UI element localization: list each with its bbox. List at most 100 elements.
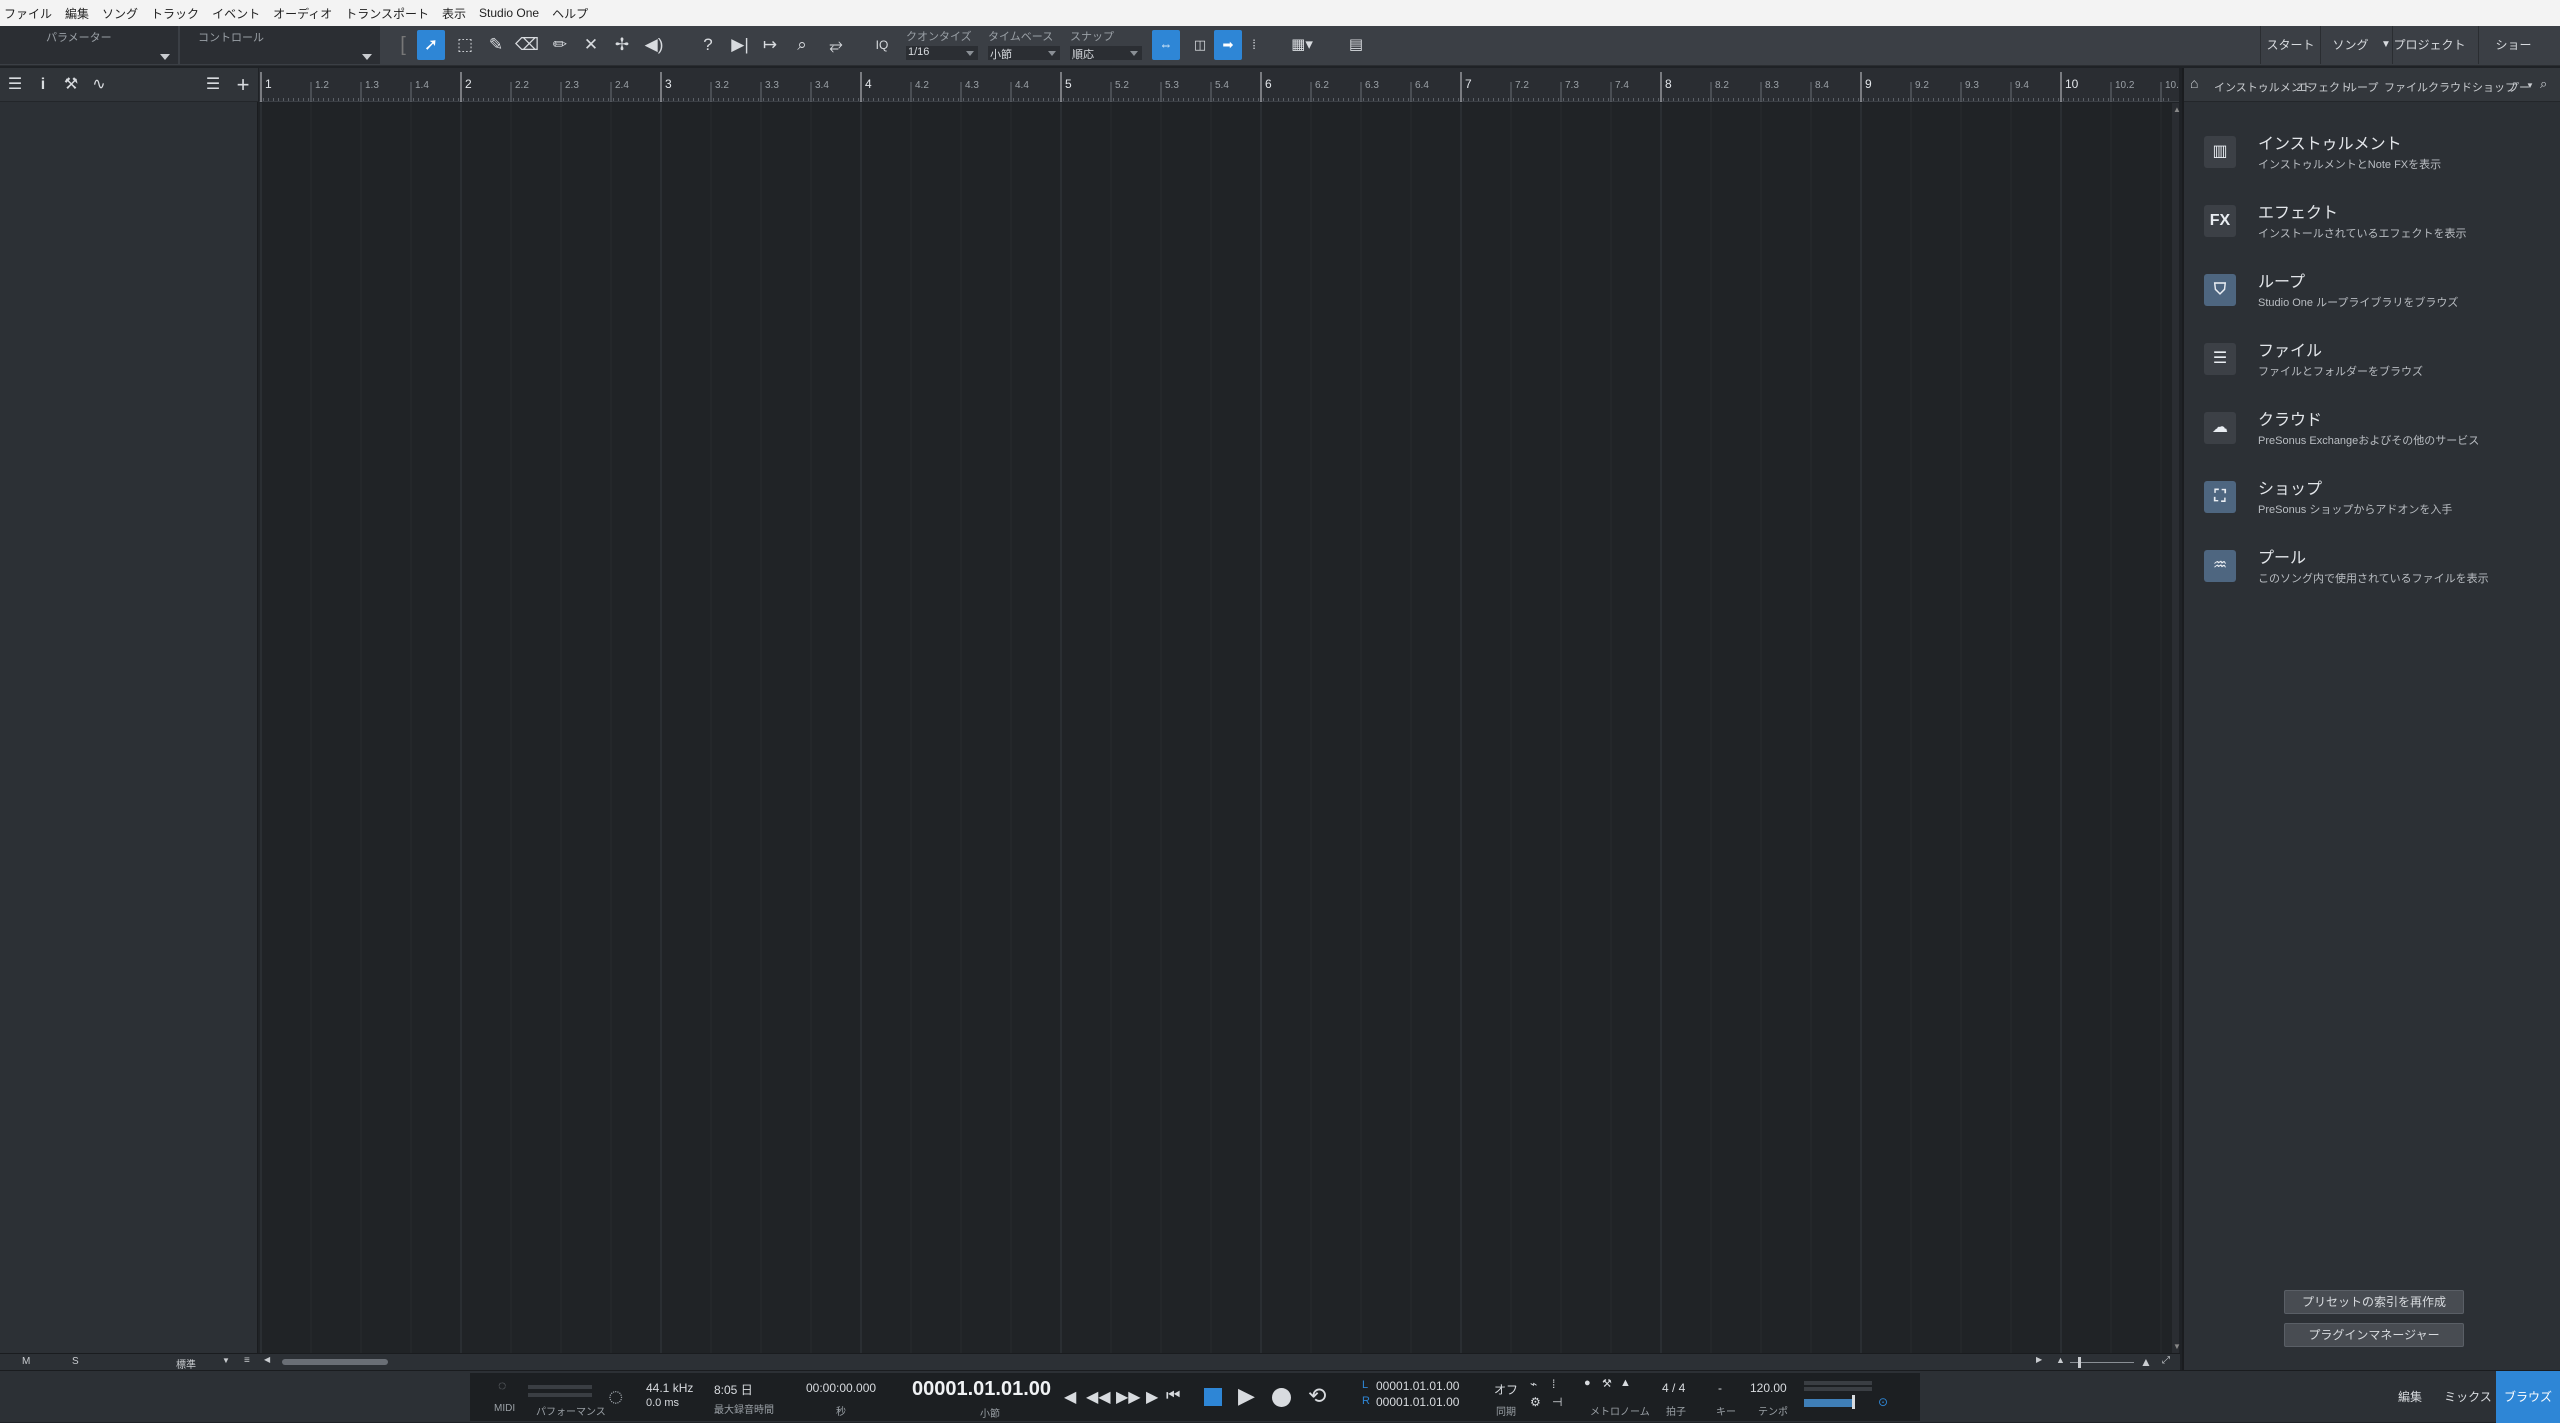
record-button-icon[interactable] — [1272, 1388, 1291, 1407]
metronome-icon[interactable]: ▲ — [1620, 1377, 1631, 1389]
browser-item-shop[interactable]: ⛶ ショップ PreSonus ショップからアドオンを入手 — [2204, 475, 2544, 529]
browser-item-pool[interactable]: ♒ プール このソング内で使用されているファイルを表示 — [2204, 544, 2544, 598]
inspector-icon[interactable]: i — [32, 74, 54, 96]
fast-forward-icon[interactable]: ▶▶ — [1116, 1387, 1141, 1407]
zoom-slider-handle[interactable] — [2078, 1357, 2081, 1368]
bend-tool-icon[interactable]: ✢ — [608, 30, 636, 60]
zoom-fit-icon[interactable]: ⤢ — [2162, 1355, 2170, 1366]
quantize-select[interactable]: クオンタイズ 1/16 — [898, 26, 982, 64]
layout-grid-icon[interactable]: ▦▾ — [1282, 30, 1322, 60]
nav-start-button[interactable]: スタート — [2260, 26, 2320, 64]
menu-event[interactable]: イベント — [212, 5, 260, 22]
snap-events-icon[interactable]: ◫ — [1186, 30, 1214, 60]
record-panel-icon[interactable]: ◌ — [608, 1381, 623, 1412]
autoscroll-icon[interactable]: ▶| — [726, 30, 754, 60]
snap-select[interactable]: スナップ 順応 — [1062, 26, 1146, 64]
browser-item-instruments[interactable]: ▥ インストゥルメント インストゥルメントとNote FXを表示 — [2204, 130, 2544, 184]
snap-grid-icon[interactable]: ⇔ — [1152, 30, 1180, 60]
menu-view[interactable]: 表示 — [442, 5, 466, 22]
zoom-icon[interactable]: ⌕ — [788, 30, 816, 60]
plugin-manager-button[interactable]: プラグインマネージャー — [2284, 1323, 2464, 1347]
page-tab-browse[interactable]: ブラウズ — [2496, 1371, 2560, 1423]
browser-item-loops[interactable]: ⛉ ループ Studio One ループライブラリをブラウズ — [2204, 268, 2544, 322]
menu-audio[interactable]: オーディオ — [273, 5, 332, 22]
eraser-tool-icon[interactable]: ⌫ — [513, 30, 541, 60]
listen-tool-icon[interactable]: ◀) — [640, 30, 668, 60]
sync-value[interactable]: オフ — [1494, 1381, 1518, 1398]
mute-all-button[interactable]: M — [22, 1356, 30, 1367]
performance-meter[interactable] — [528, 1385, 592, 1389]
nav-show-button[interactable]: ショー — [2478, 26, 2548, 64]
precount-icon[interactable]: ⌁ — [1530, 1377, 1537, 1391]
loop-button-icon[interactable]: ⟲ — [1308, 1383, 1326, 1409]
browser-item-effects[interactable]: FX エフェクト インストールされているエフェクトを表示 — [2204, 199, 2544, 253]
hscroll-left-icon[interactable]: ◀ — [264, 1355, 270, 1364]
menu-help[interactable]: ヘルプ — [552, 5, 588, 22]
timeline-ruler[interactable]: 1 1.2 1.3 1.4 2 2.2 2.3 2.4 3 3.2 3.3 3.4 4 4.2 4.3 4.4… — [259, 68, 2185, 102]
metronome-settings-icon[interactable]: ⚙ — [1530, 1395, 1541, 1409]
help-icon[interactable]: ? — [694, 30, 722, 60]
key-value[interactable]: - — [1718, 1381, 1722, 1395]
tab-effects[interactable]: エフェクト — [2296, 79, 2351, 95]
zoom-out-icon[interactable]: ▲ — [2056, 1355, 2065, 1365]
video-icon[interactable]: ▤ — [1342, 30, 1370, 60]
nav-song-button[interactable]: ソング — [2320, 26, 2380, 64]
timebase-select[interactable]: タイムベース 小節 — [980, 26, 1064, 64]
arrange-area[interactable] — [259, 103, 2172, 1353]
automation-icon[interactable]: ∿ — [88, 74, 110, 96]
next-marker-icon[interactable]: ▶ — [1146, 1387, 1158, 1407]
hscroll-right-icon[interactable]: ▶ — [2036, 1355, 2042, 1364]
loop-right-value[interactable]: 00001.01.01.00 — [1376, 1395, 1459, 1409]
prev-marker-icon[interactable]: ◀ — [1064, 1387, 1076, 1407]
arrow-tool-icon[interactable]: ➚ — [417, 30, 445, 60]
rebuild-preset-index-button[interactable]: プリセットの索引を再作成 — [2284, 1290, 2464, 1314]
menu-transport[interactable]: トランスポート — [345, 5, 429, 22]
snap-cursor-icon[interactable]: ➡ — [1214, 30, 1242, 60]
preroll-icon[interactable]: ⁞ — [1552, 1377, 1555, 1391]
control-field[interactable]: コントロール — [180, 26, 380, 64]
tap-icon[interactable]: ⚒ — [1602, 1377, 1612, 1390]
mute-tool-icon[interactable]: ✕ — [577, 30, 605, 60]
track-height-dropdown-icon[interactable]: ▼ — [222, 1356, 230, 1365]
return-to-zero-icon[interactable]: ⏮ — [1166, 1387, 1180, 1405]
home-icon[interactable]: ⌂ — [2190, 75, 2208, 93]
page-tab-edit[interactable]: 編集 — [2380, 1371, 2440, 1423]
wrench-icon[interactable]: ⚒ — [60, 74, 82, 96]
time-bars[interactable]: 00001.01.01.00 — [912, 1378, 1051, 1401]
zoom-in-icon[interactable]: ▲ — [2140, 1355, 2152, 1369]
scroll-up-icon[interactable]: ▲ — [2173, 105, 2181, 114]
browser-item-files[interactable]: ☰ ファイル ファイルとフォルダーをブラウズ — [2204, 337, 2544, 391]
iq-quantize-button[interactable]: IQ — [868, 30, 896, 60]
quantize-value[interactable]: 1/16 — [906, 46, 978, 60]
rewind-icon[interactable]: ◀◀ — [1086, 1387, 1111, 1407]
parameter-field[interactable]: パラメーター — [0, 26, 178, 64]
track-menu-icon[interactable]: ☰ — [4, 74, 26, 96]
menu-edit[interactable]: 編集 — [65, 5, 89, 22]
follow-icon[interactable]: ↦ — [756, 30, 784, 60]
arrange-vertical-scrollbar[interactable]: ▲ ▼ — [2172, 103, 2181, 1353]
autopunch-icon[interactable]: ⊣ — [1552, 1395, 1562, 1409]
track-height-select[interactable]: 標準 — [176, 1356, 196, 1371]
list-view-icon[interactable]: ≡ — [244, 1355, 250, 1366]
stop-button-icon[interactable] — [1204, 1388, 1222, 1406]
horizontal-scrollbar-thumb[interactable] — [282, 1359, 388, 1365]
search-icon[interactable]: ⌕ — [2540, 76, 2547, 92]
menu-file[interactable]: ファイル — [4, 5, 52, 22]
add-track-icon[interactable]: + — [232, 74, 254, 96]
click-icon[interactable]: ● — [1584, 1377, 1591, 1389]
menu-studio-one[interactable]: Studio One — [479, 6, 539, 20]
snap-timing-icon[interactable]: ⥂ — [822, 30, 850, 60]
time-seconds[interactable]: 00:00:00.000 — [806, 1381, 876, 1395]
timebase-value[interactable]: 小節 — [988, 46, 1060, 61]
menu-song[interactable]: ソング — [102, 5, 138, 22]
tab-cloud[interactable]: クラウド — [2428, 79, 2472, 95]
time-signature[interactable]: 4 / 4 — [1662, 1381, 1685, 1395]
play-button-icon[interactable]: ▶ — [1238, 1383, 1255, 1409]
nav-project-button[interactable]: プロジェクト — [2392, 26, 2466, 64]
track-list-options-icon[interactable]: ☰ — [202, 74, 224, 96]
snap-value[interactable]: 順応 — [1070, 46, 1142, 61]
tabs-more-icon[interactable]: ▼ — [2526, 81, 2534, 90]
snap-playhead-icon[interactable]: ⁞ — [1240, 30, 1268, 60]
main-volume-handle[interactable] — [1852, 1395, 1855, 1409]
paint-tool-icon[interactable]: ✏ — [546, 30, 574, 60]
